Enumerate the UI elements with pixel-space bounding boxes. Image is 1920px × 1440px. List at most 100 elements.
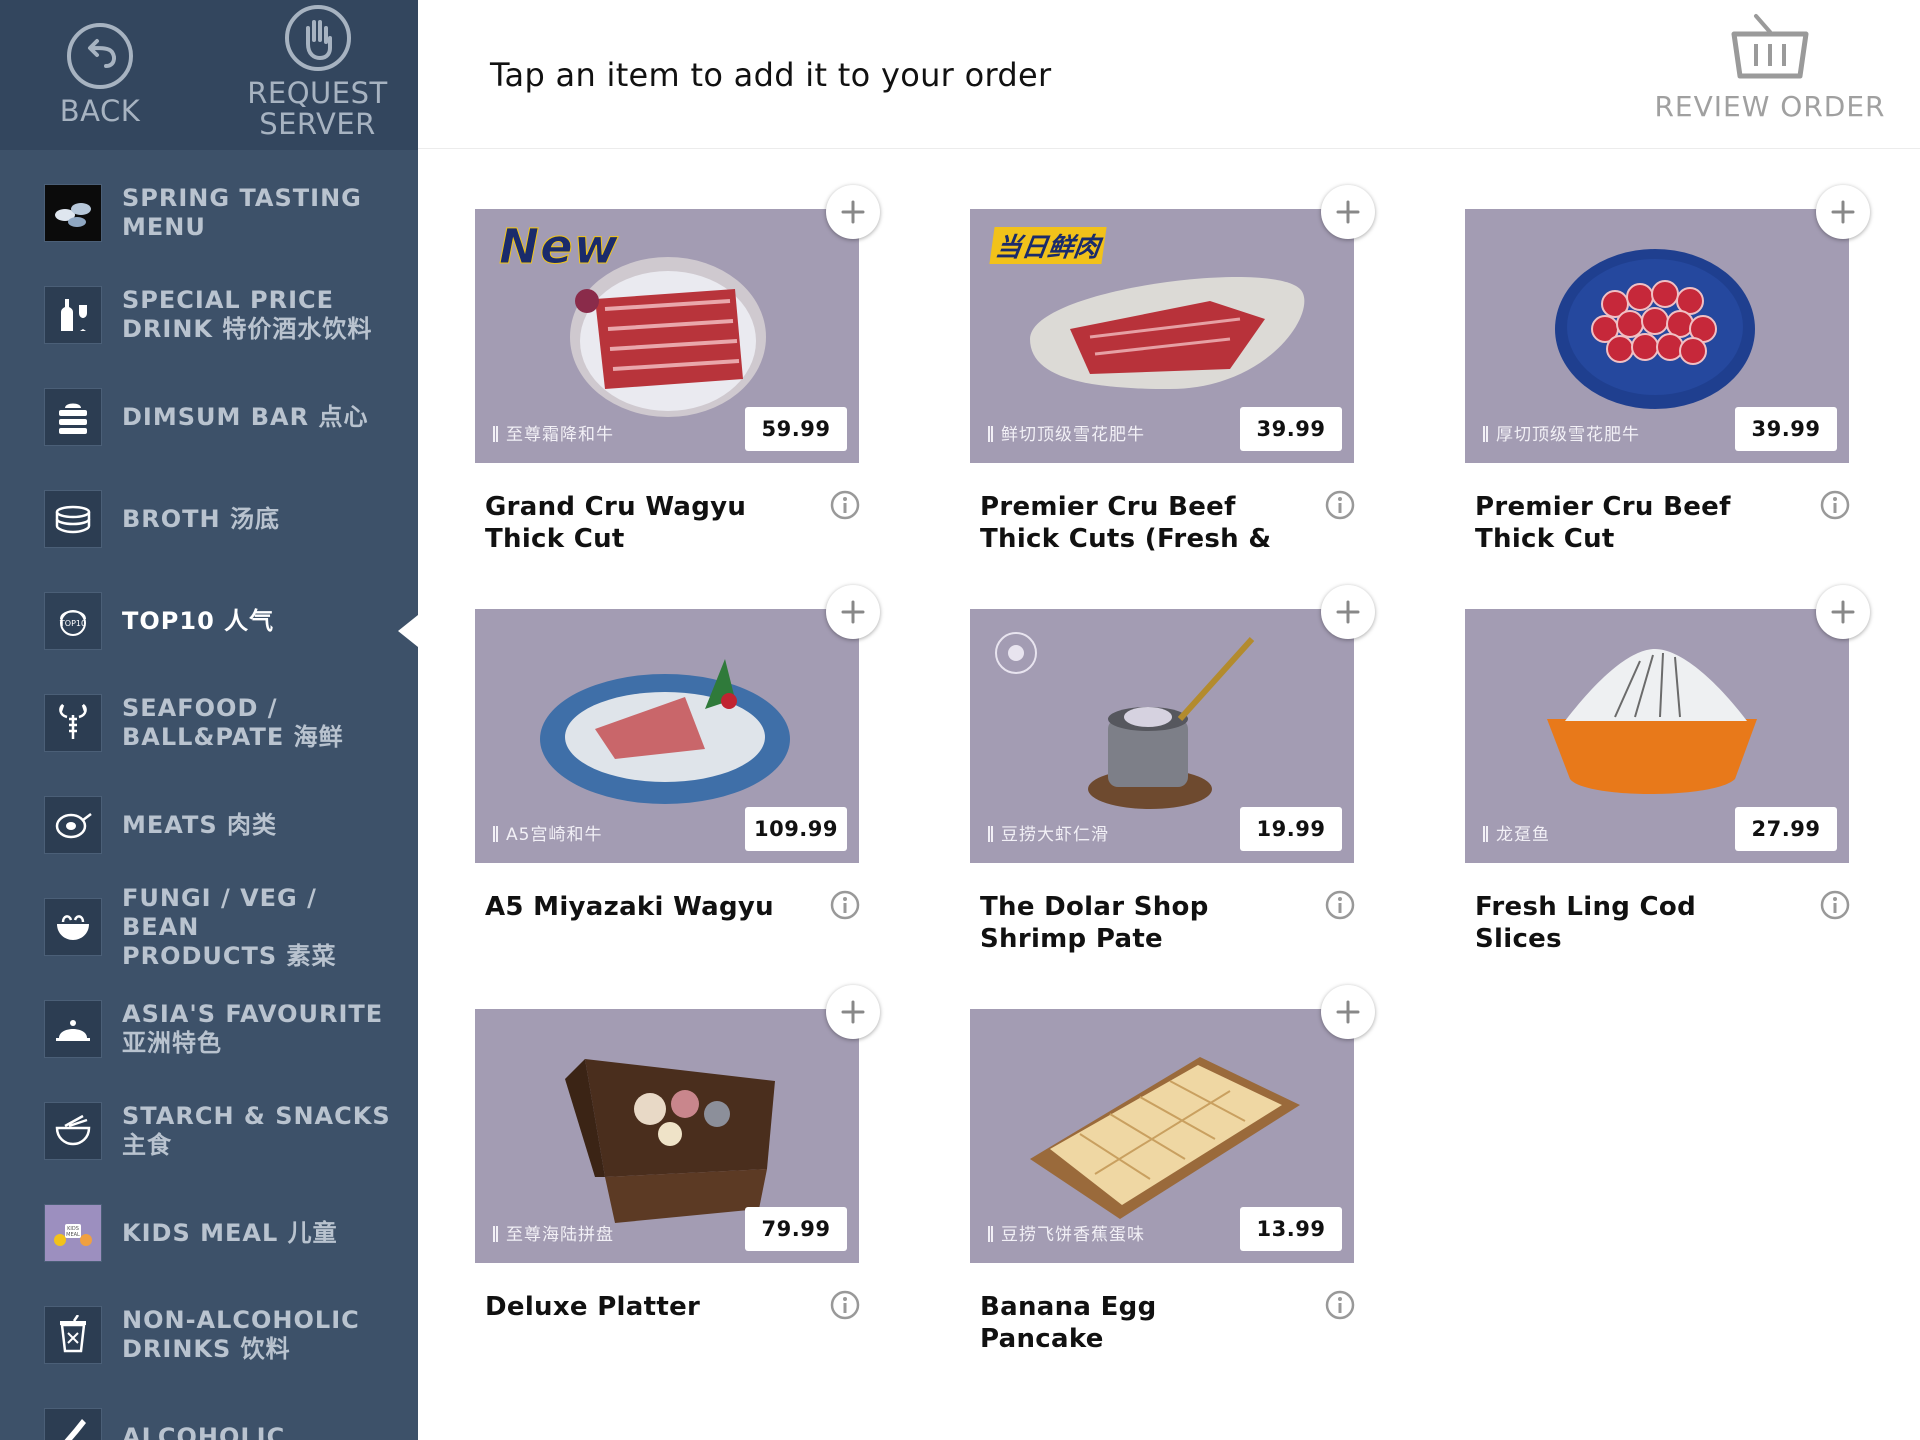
category-item-kids-meal[interactable]: KIDS MEAL KIDS MEAL 儿童	[0, 1182, 418, 1284]
plus-icon	[1831, 600, 1855, 624]
info-icon[interactable]	[1325, 490, 1355, 520]
info-icon[interactable]	[1325, 890, 1355, 920]
menu-item-card[interactable]: 豆捞大虾仁滑 19.99 The Dolar Shop Shrimp Pate	[913, 549, 1375, 954]
dish-name: Fresh Ling Cod Slices	[1475, 892, 1696, 954]
menu-item-card[interactable]: 龙趸鱼 27.99 Fresh Ling Cod Slices	[1408, 549, 1870, 954]
category-label: ALCOHOLIC	[122, 1422, 286, 1440]
category-item-seafood[interactable]: SEAFOOD / BALL&PATE 海鲜	[0, 672, 418, 774]
info-icon[interactable]	[830, 490, 860, 520]
menu-item-card[interactable]: A5宫崎和牛 109.99 A5 Miyazaki Wagyu	[418, 549, 880, 929]
request-label-line1: REQUEST	[247, 76, 388, 110]
dish-chinese-name: 豆捞飞饼香蕉蛋味	[988, 1220, 1145, 1245]
lobster-icon	[44, 694, 102, 752]
dish-photo[interactable]: A5宫崎和牛 109.99	[475, 609, 859, 863]
back-arrow-icon	[67, 23, 133, 89]
info-icon[interactable]	[830, 890, 860, 920]
category-label: FUNGI / VEG / BEAN PRODUCTS 素菜	[122, 883, 337, 970]
back-label: BACK	[59, 94, 141, 128]
dish-photo[interactable]: 至尊海陆拼盘 79.99	[475, 1009, 859, 1263]
noodle-bowl-icon	[44, 1102, 102, 1160]
category-item-spring-tasting-menu[interactable]: SPRING TASTING MENU	[0, 162, 418, 264]
info-icon[interactable]	[1820, 890, 1850, 920]
category-sidebar: BACK REQUEST SERVER SPRING TASTING MENU …	[0, 0, 418, 1440]
menu-item-card[interactable]: 至尊海陆拼盘 79.99 Deluxe Platter	[418, 949, 880, 1329]
category-item-starch-snacks[interactable]: STARCH & SNACKS 主食	[0, 1080, 418, 1182]
plus-icon	[841, 600, 865, 624]
add-to-order-button[interactable]	[1816, 185, 1870, 239]
tasting-menu-icon	[44, 184, 102, 242]
dish-photo[interactable]: New 至尊霜降和牛 59.99	[475, 209, 859, 463]
wine-bottle-icon	[44, 286, 102, 344]
info-icon[interactable]	[1820, 490, 1850, 520]
broth-pot-icon	[44, 490, 102, 548]
dish-name: Grand Cru Wagyu Thick Cut	[485, 492, 747, 554]
category-label: NON-ALCOHOLIC DRINKS 饮料	[122, 1306, 360, 1363]
category-item-meats[interactable]: MEATS 肉类	[0, 774, 418, 876]
category-item-broth[interactable]: BROTH 汤底	[0, 468, 418, 570]
dish-photo[interactable]: 豆捞大虾仁滑 19.99	[970, 609, 1354, 863]
header-bar: Tap an item to add it to your order REVI…	[418, 0, 1920, 149]
vegetable-bowl-icon	[44, 898, 102, 956]
new-badge: New	[498, 219, 620, 276]
category-item-non-alcoholic[interactable]: NON-ALCOHOLIC DRINKS 饮料	[0, 1284, 418, 1386]
dish-chinese-name: 豆捞大虾仁滑	[988, 820, 1109, 845]
bottle-icon	[44, 1408, 102, 1440]
review-order-button[interactable]: REVIEW ORDER	[1650, 10, 1890, 135]
dish-photo[interactable]: 龙趸鱼 27.99	[1465, 609, 1849, 863]
sidebar-topbar: BACK REQUEST SERVER	[0, 0, 418, 150]
price-tag: 27.99	[1735, 807, 1837, 851]
add-to-order-button[interactable]	[1321, 585, 1375, 639]
raised-hand-icon	[284, 5, 351, 71]
page-instruction: Tap an item to add it to your order	[490, 56, 1052, 94]
price-tag: 79.99	[745, 1207, 847, 1251]
info-icon[interactable]	[830, 1290, 860, 1320]
dish-name: Banana Egg Pancake	[980, 1292, 1157, 1354]
plus-icon	[1336, 200, 1360, 224]
price-tag: 39.99	[1240, 407, 1342, 451]
back-button[interactable]: BACK	[20, 0, 180, 150]
review-order-label: REVIEW ORDER	[1654, 90, 1886, 123]
plus-icon	[1831, 200, 1855, 224]
info-icon[interactable]	[1325, 1290, 1355, 1320]
add-to-order-button[interactable]	[1321, 985, 1375, 1039]
menu-item-card[interactable]: 当日鲜肉 鲜切顶级雪花肥牛 39.99 Premier Cru Beef Thi…	[913, 149, 1375, 554]
category-item-fungi-veg-bean[interactable]: FUNGI / VEG / BEAN PRODUCTS 素菜	[0, 876, 418, 978]
add-to-order-button[interactable]	[1816, 585, 1870, 639]
dish-name: Premier Cru Beef Thick Cuts (Fresh &	[980, 492, 1272, 554]
plus-icon	[1336, 600, 1360, 624]
dish-photo[interactable]: 豆捞飞饼香蕉蛋味 13.99	[970, 1009, 1354, 1263]
category-item-alcoholic[interactable]: ALCOHOLIC	[0, 1386, 418, 1440]
add-to-order-button[interactable]	[1321, 185, 1375, 239]
add-to-order-button[interactable]	[826, 585, 880, 639]
menu-item-card[interactable]: New 至尊霜降和牛 59.99 Grand Cru Wagyu Thick C…	[418, 149, 880, 554]
top10-icon: TOP10	[44, 592, 102, 650]
add-to-order-button[interactable]	[826, 985, 880, 1039]
category-item-special-price-drink[interactable]: SPECIAL PRICE DRINK 特价酒水饮料	[0, 264, 418, 366]
dish-chinese-name: 至尊海陆拼盘	[493, 1220, 614, 1245]
dish-chinese-name: 至尊霜降和牛	[493, 420, 614, 445]
price-tag: 39.99	[1735, 407, 1837, 451]
request-label-line2: SERVER	[259, 107, 376, 141]
category-item-dimsum-bar[interactable]: DIMSUM BAR 点心	[0, 366, 418, 468]
svg-text:TOP10: TOP10	[59, 619, 86, 628]
category-item-top10[interactable]: TOP10 TOP10 人气	[0, 570, 418, 672]
dish-photo[interactable]: 当日鲜肉 鲜切顶级雪花肥牛 39.99	[970, 209, 1354, 463]
category-label: STARCH & SNACKS 主食	[122, 1102, 391, 1159]
category-item-asias-favourite[interactable]: ASIA'S FAVOURITE 亚洲特色	[0, 978, 418, 1080]
dish-name: The Dolar Shop Shrimp Pate	[980, 892, 1209, 954]
dish-chinese-name: 厚切顶级雪花肥牛	[1483, 420, 1640, 445]
dish-name: A5 Miyazaki Wagyu	[485, 892, 774, 922]
add-to-order-button[interactable]	[826, 185, 880, 239]
menu-item-card[interactable]: 厚切顶级雪花肥牛 39.99 Premier Cru Beef Thick Cu…	[1408, 149, 1870, 554]
basket-icon	[1731, 14, 1809, 79]
dish-chinese-name: 龙趸鱼	[1483, 820, 1550, 845]
svg-text:MEAL: MEAL	[66, 1232, 80, 1238]
dish-photo[interactable]: 厚切顶级雪花肥牛 39.99	[1465, 209, 1849, 463]
meat-icon	[44, 796, 102, 854]
menu-grid: New 至尊霜降和牛 59.99 Grand Cru Wagyu Thick C…	[418, 149, 1920, 1440]
dish-chinese-name: 鲜切顶级雪花肥牛	[988, 420, 1145, 445]
request-server-button[interactable]: REQUEST SERVER	[230, 0, 405, 150]
category-label: ASIA'S FAVOURITE 亚洲特色	[122, 1000, 384, 1057]
price-tag: 59.99	[745, 407, 847, 451]
menu-item-card[interactable]: 豆捞飞饼香蕉蛋味 13.99 Banana Egg Pancake	[913, 949, 1375, 1354]
